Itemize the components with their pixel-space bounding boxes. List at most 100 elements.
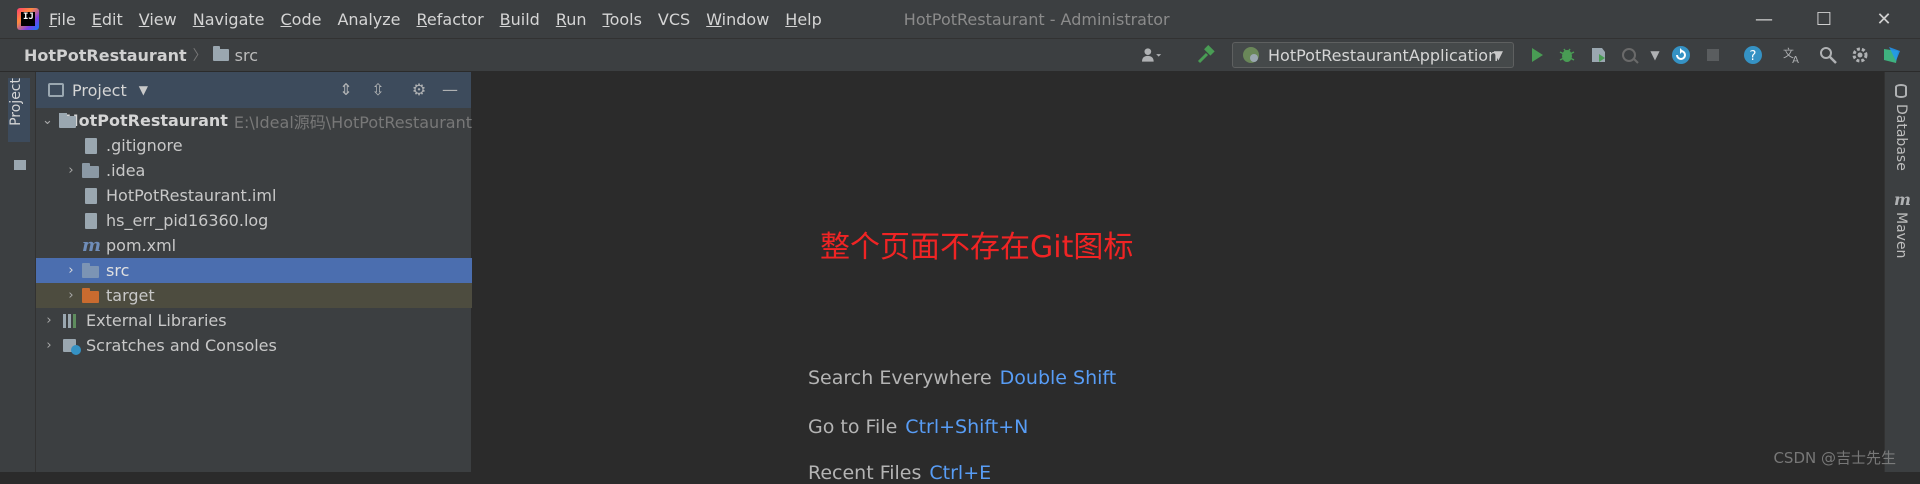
hint-recent-files: Recent FilesCtrl+E bbox=[808, 462, 991, 484]
tree-item-label: .idea bbox=[106, 161, 145, 180]
maximize-button[interactable]: ☐ bbox=[1794, 0, 1854, 38]
title-bar: IJ File Edit View Navigate Code Analyze … bbox=[0, 0, 1920, 38]
right-tool-window-strip: Database m Maven bbox=[1884, 72, 1920, 472]
left-tool-window-strip: Project bbox=[0, 72, 36, 472]
run-icon[interactable] bbox=[1527, 45, 1547, 65]
hide-panel-icon[interactable]: — bbox=[441, 81, 459, 99]
tree-row-iml[interactable]: HotPotRestaurant.iml bbox=[36, 183, 472, 208]
menu-run[interactable]: Run bbox=[556, 10, 587, 29]
menu-code[interactable]: Code bbox=[281, 10, 322, 29]
menu-vcs[interactable]: VCS bbox=[658, 10, 690, 29]
menu-file[interactable]: File bbox=[49, 10, 76, 29]
close-button[interactable]: ✕ bbox=[1854, 0, 1914, 38]
hint-search-everywhere: Search EverywhereDouble Shift bbox=[808, 367, 1116, 389]
menu-build[interactable]: Build bbox=[500, 10, 540, 29]
tree-row-src[interactable]: › src bbox=[36, 258, 472, 283]
run-configuration-label: HotPotRestaurantApplication bbox=[1268, 46, 1498, 65]
expand-all-icon[interactable]: ⇕ bbox=[337, 81, 355, 99]
tree-row-scratches[interactable]: › Scratches and Consoles bbox=[36, 333, 472, 358]
breadcrumb-project[interactable]: HotPotRestaurant bbox=[24, 46, 187, 65]
tree-row-pom[interactable]: m pom.xml bbox=[36, 233, 472, 258]
chevron-right-icon[interactable]: › bbox=[64, 288, 78, 303]
folder-icon bbox=[82, 163, 100, 179]
menu-navigate[interactable]: Navigate bbox=[193, 10, 265, 29]
tree-item-path: E:\Ideal源码\HotPotRestaurant bbox=[234, 109, 472, 133]
menu-bar: File Edit View Navigate Code Analyze Ref… bbox=[49, 10, 838, 29]
tree-item-label: .gitignore bbox=[106, 136, 183, 155]
file-icon bbox=[82, 213, 100, 229]
chevron-down-icon: ▼ bbox=[1494, 48, 1503, 62]
menu-edit[interactable]: Edit bbox=[92, 10, 123, 29]
annotation-text: 整个页面不存在Git图标 bbox=[820, 222, 1133, 266]
menu-help[interactable]: Help bbox=[785, 10, 821, 29]
folder-icon bbox=[82, 288, 100, 304]
window-title: HotPotRestaurant - Administrator bbox=[904, 10, 1170, 29]
hint-shortcut: Ctrl+E bbox=[929, 462, 991, 484]
hint-action: Go to File bbox=[808, 416, 897, 438]
chevron-right-icon[interactable]: › bbox=[42, 338, 56, 353]
gear-icon[interactable] bbox=[1850, 45, 1870, 65]
tree-row-gitignore[interactable]: .gitignore bbox=[36, 133, 472, 158]
file-icon bbox=[82, 138, 100, 154]
jetbrains-toolbox-icon[interactable] bbox=[1882, 45, 1902, 65]
update-running-app-icon[interactable] bbox=[1671, 45, 1691, 65]
translate-icon[interactable]: 文A bbox=[1783, 45, 1803, 65]
close-icon: ✕ bbox=[1876, 9, 1891, 30]
chevron-right-icon[interactable]: › bbox=[64, 163, 78, 178]
debug-icon[interactable] bbox=[1557, 45, 1577, 65]
tree-item-label: External Libraries bbox=[86, 311, 227, 330]
chevron-right-icon[interactable]: › bbox=[42, 313, 56, 328]
tool-window-database-tab[interactable]: Database bbox=[1893, 104, 1909, 171]
coverage-icon[interactable] bbox=[1589, 45, 1609, 65]
project-view-selector[interactable]: Project bbox=[72, 81, 127, 100]
editor-area[interactable] bbox=[472, 72, 1884, 472]
project-panel: Project ▼ ⇕ ⇳ ⚙ — ⌄ HotPotRestaurant E:\… bbox=[36, 72, 472, 472]
tree-row-external-libraries[interactable]: › External Libraries bbox=[36, 308, 472, 333]
menu-window[interactable]: Window bbox=[706, 10, 769, 29]
tree-item-label: target bbox=[106, 286, 155, 305]
breadcrumb: HotPotRestaurant 〉 src bbox=[24, 45, 258, 65]
chevron-down-icon[interactable]: ⌄ bbox=[42, 113, 53, 128]
menu-refactor[interactable]: Refactor bbox=[417, 10, 484, 29]
svg-text:?: ? bbox=[1750, 49, 1757, 64]
tree-row-target[interactable]: › target bbox=[36, 283, 472, 308]
tree-row-idea[interactable]: › .idea bbox=[36, 158, 472, 183]
minimize-icon: — bbox=[1755, 9, 1773, 30]
tree-row-project-root[interactable]: ⌄ HotPotRestaurant E:\Ideal源码\HotPotRest… bbox=[36, 108, 472, 133]
tool-window-maven-tab[interactable]: Maven bbox=[1893, 212, 1909, 258]
tree-item-label: pom.xml bbox=[106, 236, 176, 255]
folder-icon bbox=[213, 49, 229, 61]
search-icon[interactable] bbox=[1818, 45, 1838, 65]
chevron-down-icon[interactable]: ▼ bbox=[1645, 45, 1665, 65]
build-hammer-icon[interactable] bbox=[1196, 45, 1216, 65]
profile-icon[interactable] bbox=[1620, 45, 1640, 65]
tree-item-label: HotPotRestaurant.iml bbox=[106, 186, 276, 205]
watermark: CSDN @吉士先生 bbox=[1773, 447, 1896, 468]
spring-boot-icon bbox=[1242, 46, 1260, 64]
tree-item-label: src bbox=[106, 261, 129, 280]
project-panel-header: Project ▼ ⇕ ⇳ ⚙ — bbox=[36, 72, 471, 108]
help-icon[interactable]: ? bbox=[1743, 45, 1763, 65]
scratches-icon bbox=[62, 338, 80, 354]
maximize-icon: ☐ bbox=[1816, 9, 1832, 30]
menu-tools[interactable]: Tools bbox=[603, 10, 642, 29]
collapse-all-icon[interactable]: ⇳ bbox=[369, 81, 387, 99]
hint-action: Search Everywhere bbox=[808, 367, 992, 389]
breadcrumb-src[interactable]: src bbox=[235, 46, 258, 65]
chevron-right-icon[interactable]: › bbox=[64, 263, 78, 278]
run-configuration-select[interactable]: HotPotRestaurantApplication ▼ bbox=[1232, 42, 1514, 68]
tree-row-log[interactable]: hs_err_pid16360.log bbox=[36, 208, 472, 233]
menu-analyze[interactable]: Analyze bbox=[337, 10, 400, 29]
tree-item-label: Scratches and Consoles bbox=[86, 336, 277, 355]
intellij-logo-icon[interactable]: IJ bbox=[17, 8, 39, 30]
menu-view[interactable]: View bbox=[139, 10, 177, 29]
stop-icon[interactable] bbox=[1703, 45, 1723, 65]
chevron-down-icon[interactable]: ▼ bbox=[139, 83, 148, 97]
minimize-button[interactable]: — bbox=[1734, 0, 1794, 38]
user-vcs-icon[interactable] bbox=[1142, 45, 1162, 65]
folder-icon bbox=[14, 160, 26, 170]
gear-icon[interactable]: ⚙ bbox=[410, 81, 428, 99]
hint-shortcut: Ctrl+Shift+N bbox=[905, 416, 1028, 438]
folder-icon bbox=[82, 263, 100, 279]
hint-go-to-file: Go to File Ctrl+Shift+N bbox=[808, 416, 1028, 438]
